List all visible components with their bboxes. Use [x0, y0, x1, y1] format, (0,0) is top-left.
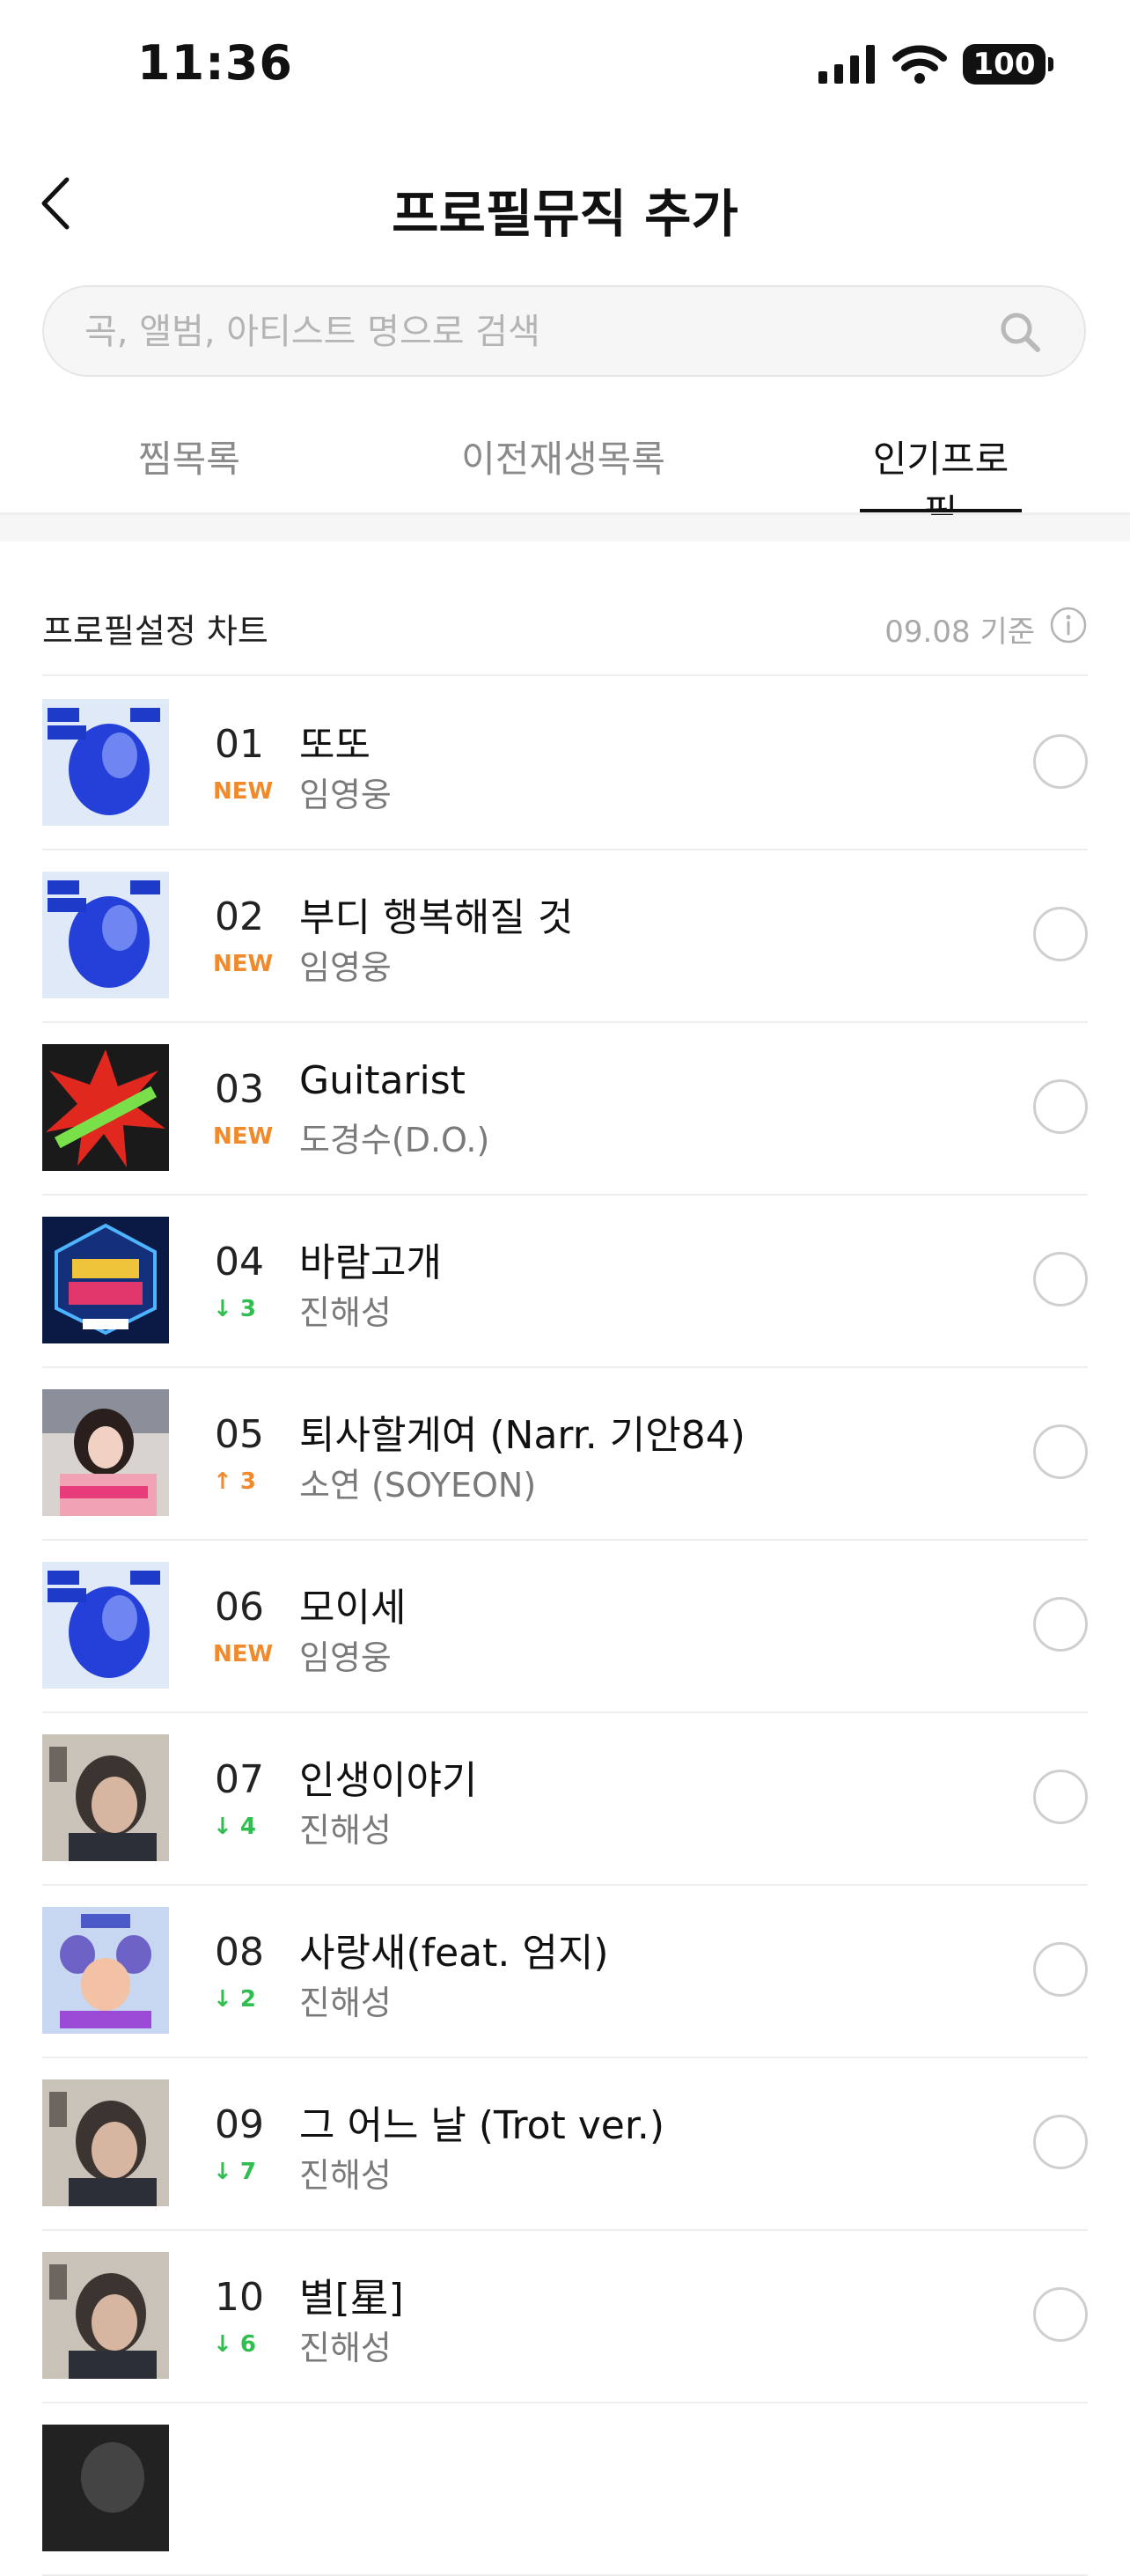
select-radio[interactable] — [1033, 2115, 1088, 2169]
select-radio[interactable] — [1033, 1597, 1088, 1652]
rank-number: 02 — [215, 894, 264, 939]
album-cover — [42, 1907, 169, 2034]
artist-name: 소연 (SOYEON) — [299, 1466, 537, 1505]
status-bar: 11:36 100 — [0, 0, 1130, 132]
rank-number: 06 — [215, 1585, 264, 1630]
tab-recently-played[interactable]: 이전재생목록 — [449, 430, 678, 512]
chart-title: 프로필설정 차트 — [42, 612, 268, 651]
navigation-bar: 프로필뮤직 추가 — [0, 150, 1130, 255]
rank-change: NEW — [213, 1641, 274, 1667]
list-item-partial[interactable] — [42, 2403, 1088, 2576]
rank-change: ↓ 2 — [213, 1986, 256, 2013]
rank-number: 03 — [215, 1067, 264, 1112]
album-cover — [42, 1217, 169, 1343]
rank-change: ↓ 3 — [213, 1296, 256, 1322]
rank-number: 05 — [215, 1412, 264, 1457]
list-item[interactable]: 01 NEW 또또 임영웅 — [42, 678, 1088, 850]
album-cover — [42, 1044, 169, 1171]
song-title: 모이세 — [299, 1586, 407, 1630]
list-item[interactable]: 07 ↓ 4 인생이야기 진해성 — [42, 1713, 1088, 1886]
list-item[interactable]: 09 ↓ 7 그 어느 날 (Trot ver.) 진해성 — [42, 2058, 1088, 2231]
artist-name: 임영웅 — [299, 776, 392, 814]
artist-name: 진해성 — [299, 1811, 392, 1850]
chart-date: 09.08 기준 — [884, 615, 1035, 650]
album-cover — [42, 2252, 169, 2379]
rank-number: 10 — [215, 2275, 264, 2320]
select-radio[interactable] — [1033, 1079, 1088, 1134]
rank-change: NEW — [213, 778, 274, 805]
artist-name: 진해성 — [299, 2156, 392, 2195]
rank-change: NEW — [213, 1123, 274, 1150]
active-tab-indicator — [860, 509, 1022, 512]
artist-name: 도경수(D.O.) — [299, 1121, 490, 1159]
song-title: 부디 행복해질 것 — [299, 895, 574, 940]
album-cover — [42, 699, 169, 826]
signal-icon — [818, 45, 875, 84]
list-item[interactable]: 02 NEW 부디 행복해질 것 임영웅 — [42, 850, 1088, 1023]
list-item[interactable]: 05 ↑ 3 퇴사할게여 (Narr. 기안84) 소연 (SOYEON) — [42, 1368, 1088, 1541]
rank-change: ↑ 3 — [213, 1468, 256, 1495]
rank-change: ↓ 6 — [213, 2331, 256, 2358]
rank-number: 01 — [215, 722, 264, 767]
song-title: 퇴사할게여 (Narr. 기안84) — [299, 1413, 745, 1458]
list-item[interactable]: 08 ↓ 2 사랑새(feat. 엄지) 진해성 — [42, 1886, 1088, 2058]
rank-number: 04 — [215, 1240, 264, 1284]
album-cover — [42, 2079, 169, 2206]
rank-number: 07 — [215, 1757, 264, 1802]
tab-popular-profile[interactable]: 인기프로필 — [860, 430, 1022, 534]
search-bar[interactable] — [42, 285, 1086, 377]
section-divider — [0, 515, 1130, 541]
wifi-icon — [892, 45, 947, 84]
select-radio[interactable] — [1033, 1424, 1088, 1479]
artist-name: 임영웅 — [299, 948, 392, 987]
album-cover — [42, 2425, 169, 2551]
rank-change: ↓ 4 — [213, 1814, 256, 1840]
artist-name: 임영웅 — [299, 1638, 392, 1677]
rank-change: NEW — [213, 951, 274, 977]
search-input[interactable] — [83, 287, 966, 377]
info-icon[interactable] — [1049, 606, 1088, 644]
status-icons: 100 — [818, 44, 1053, 85]
song-title: 또또 — [299, 723, 371, 768]
album-cover — [42, 1734, 169, 1861]
tab-label: 찜목록 — [138, 438, 240, 481]
song-list: 01 NEW 또또 임영웅 02 NEW 부디 행복해질 것 임영웅 03 NE… — [42, 678, 1088, 2576]
song-title: 별[星] — [299, 2276, 404, 2321]
song-title: 바람고개 — [299, 1240, 442, 1285]
song-title: 인생이야기 — [299, 1758, 478, 1803]
rank-number: 08 — [215, 1930, 264, 1975]
artist-name: 진해성 — [299, 2329, 392, 2367]
album-cover — [42, 872, 169, 998]
rank-number: 09 — [215, 2102, 264, 2147]
artist-name: 진해성 — [299, 1984, 392, 2022]
rank-change: ↓ 7 — [213, 2159, 256, 2185]
list-item[interactable]: 04 ↓ 3 바람고개 진해성 — [42, 1196, 1088, 1368]
search-icon[interactable] — [998, 310, 1042, 354]
song-title: 그 어느 날 (Trot ver.) — [299, 2103, 665, 2148]
song-title: Guitarist — [299, 1058, 466, 1103]
select-radio[interactable] — [1033, 1942, 1088, 1997]
tab-label: 이전재생목록 — [461, 438, 665, 481]
tab-favorites[interactable]: 찜목록 — [97, 430, 282, 512]
status-time: 11:36 — [137, 35, 293, 91]
list-item[interactable]: 03 NEW Guitarist 도경수(D.O.) — [42, 1023, 1088, 1196]
select-radio[interactable] — [1033, 734, 1088, 789]
battery-indicator: 100 — [963, 44, 1053, 85]
album-cover — [42, 1389, 169, 1516]
list-item[interactable]: 10 ↓ 6 별[星] 진해성 — [42, 2231, 1088, 2403]
select-radio[interactable] — [1033, 1252, 1088, 1306]
page-title: 프로필뮤직 추가 — [392, 184, 738, 244]
tab-bar: 찜목록 이전재생목록 인기프로필 — [0, 414, 1130, 534]
album-cover — [42, 1562, 169, 1689]
select-radio[interactable] — [1033, 1770, 1088, 1824]
battery-level: 100 — [972, 47, 1036, 82]
select-radio[interactable] — [1033, 907, 1088, 961]
select-radio[interactable] — [1033, 2287, 1088, 2342]
list-item[interactable]: 06 NEW 모이세 임영웅 — [42, 1541, 1088, 1713]
song-title: 사랑새(feat. 엄지) — [299, 1931, 609, 1976]
chart-header: 프로필설정 차트 09.08 기준 — [42, 599, 1088, 676]
artist-name: 진해성 — [299, 1293, 392, 1332]
